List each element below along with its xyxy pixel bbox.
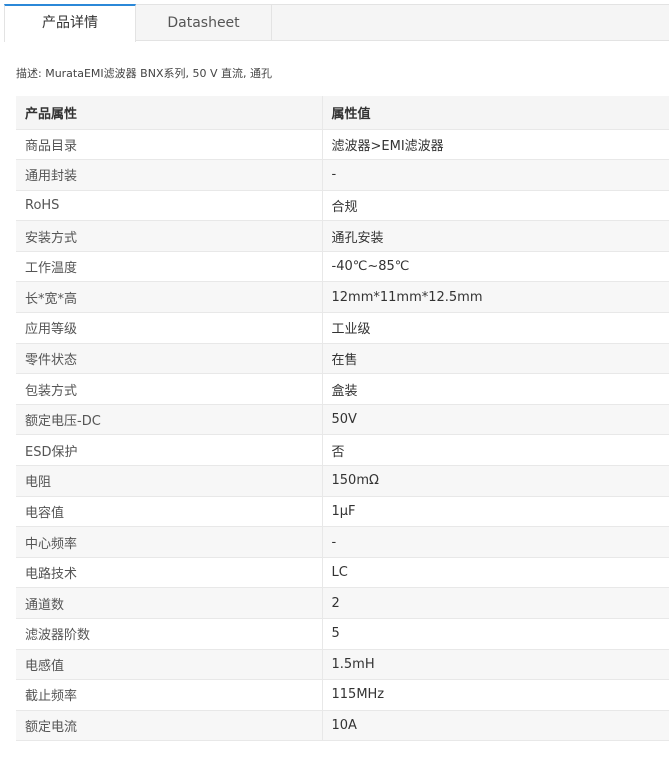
tab-product-details[interactable]: 产品详情 — [4, 4, 136, 42]
attribute-value: 5 — [322, 618, 669, 650]
table-row: 截止频率 115MHz — [16, 679, 669, 711]
attribute-name: 电阻 — [16, 465, 323, 497]
table-row: 包装方式 盒装 — [16, 373, 669, 405]
table-row: 商品目录 滤波器>EMI滤波器 — [16, 129, 669, 161]
attribute-value: 盒装 — [322, 373, 669, 405]
attribute-name: 额定电流 — [16, 710, 323, 742]
column-header-attribute: 产品属性 — [16, 96, 323, 130]
attribute-value: 在售 — [322, 343, 669, 375]
attribute-value: LC — [322, 557, 669, 589]
table-row: 安装方式 通孔安装 — [16, 220, 669, 252]
attribute-name: 滤波器阶数 — [16, 618, 323, 650]
attribute-value: - — [322, 526, 669, 558]
table-row: 电路技术 LC — [16, 557, 669, 589]
product-description: 描述: MurataEMI滤波器 BNX系列, 50 V 直流, 通孔 — [16, 67, 272, 80]
tab-bar: 产品详情 Datasheet — [4, 4, 669, 42]
table-row: 中心频率 - — [16, 526, 669, 558]
attribute-name: 工作温度 — [16, 251, 323, 283]
attribute-value: 1.5mH — [322, 649, 669, 681]
attribute-value: 2 — [322, 587, 669, 619]
attribute-name: 商品目录 — [16, 129, 323, 161]
attribute-name: 通道数 — [16, 587, 323, 619]
attribute-name: 截止频率 — [16, 679, 323, 711]
column-header-value: 属性值 — [322, 96, 669, 130]
table-row: 额定电压-DC 50V — [16, 404, 669, 436]
attribute-name: 额定电压-DC — [16, 404, 323, 436]
attribute-value: 50V — [322, 404, 669, 436]
attribute-name: RoHS — [16, 190, 323, 222]
attribute-name: 中心频率 — [16, 526, 323, 558]
table-row: RoHS 合规 — [16, 190, 669, 222]
attribute-name: 应用等级 — [16, 312, 323, 344]
attribute-name: 长*宽*高 — [16, 281, 323, 314]
table-row: 应用等级 工业级 — [16, 312, 669, 344]
attribute-value: 1μF — [322, 496, 669, 528]
attribute-value: 150mΩ — [322, 465, 669, 497]
table-row: 电容值 1μF — [16, 496, 669, 528]
table-row: 零件状态 在售 — [16, 343, 669, 375]
attribute-value: 否 — [322, 434, 669, 467]
table-header-row: 产品属性 属性值 — [16, 96, 669, 130]
attribute-value: -40℃~85℃ — [322, 251, 669, 283]
table-row: 工作温度 -40℃~85℃ — [16, 251, 669, 283]
attribute-name: 电感值 — [16, 649, 323, 681]
attribute-value: 115MHz — [322, 679, 669, 711]
attribute-name: 电路技术 — [16, 557, 323, 589]
table-row: 电感值 1.5mH — [16, 649, 669, 681]
attribute-name: 安装方式 — [16, 220, 323, 252]
attribute-name: ESD保护 — [16, 434, 323, 467]
table-row: 长*宽*高 12mm*11mm*12.5mm — [16, 281, 669, 314]
attribute-name: 包装方式 — [16, 373, 323, 405]
product-attributes-table: 产品属性 属性值 商品目录 滤波器>EMI滤波器 通用封装 - RoHS 合规 安装方式 通孔… — [16, 96, 669, 742]
table-row: 额定电流 10A — [16, 710, 669, 742]
attribute-value: 合规 — [322, 190, 669, 222]
attribute-value: 通孔安装 — [322, 220, 669, 252]
table-row: 滤波器阶数 5 — [16, 618, 669, 650]
attribute-name: 通用封装 — [16, 159, 323, 191]
table-row: ESD保护否 — [16, 434, 669, 467]
attribute-value: 工业级 — [322, 312, 669, 344]
attribute-name: 电容值 — [16, 496, 323, 528]
table-row: 通用封装 - — [16, 159, 669, 191]
attribute-value: - — [322, 159, 669, 191]
attribute-value: 滤波器>EMI滤波器 — [322, 129, 669, 161]
attribute-value: 10A — [322, 710, 669, 742]
table-row: 电阻 150mΩ — [16, 465, 669, 497]
attribute-name: 零件状态 — [16, 343, 323, 375]
tab-datasheet[interactable]: Datasheet — [136, 4, 272, 41]
table-row: 通道数 2 — [16, 587, 669, 619]
attribute-value: 12mm*11mm*12.5mm — [322, 281, 669, 314]
